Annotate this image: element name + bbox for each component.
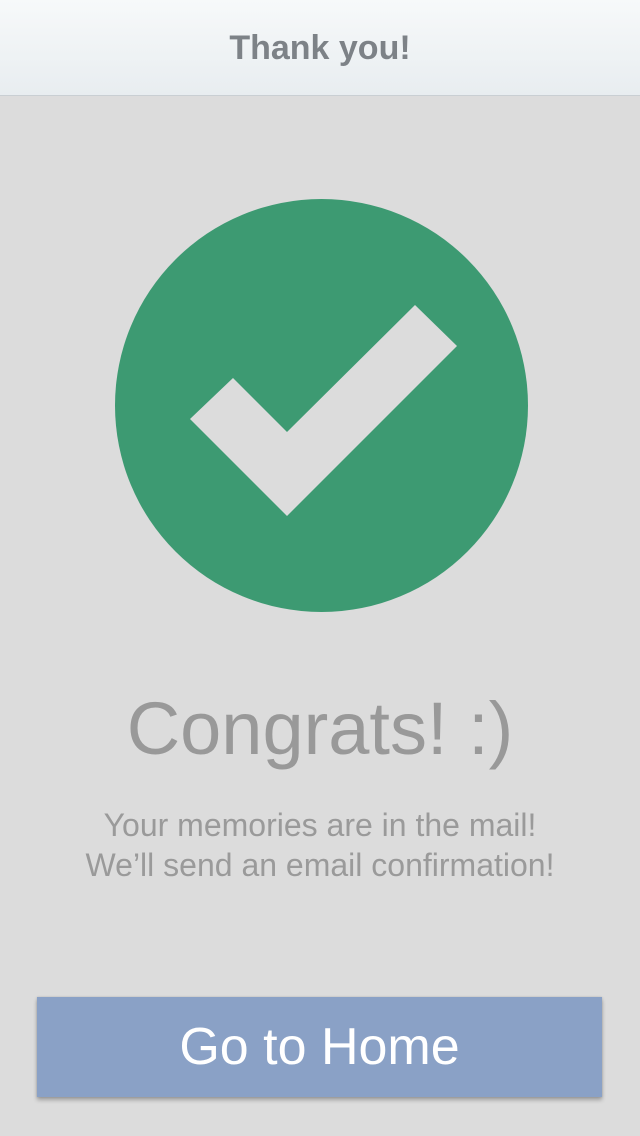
congrats-heading: Congrats! :) bbox=[126, 687, 514, 770]
thank-you-screen: Thank you! Congrats! :) Your memories ar… bbox=[0, 0, 640, 1136]
go-to-home-button[interactable]: Go to Home bbox=[37, 997, 602, 1097]
navigation-bar: Thank you! bbox=[0, 0, 640, 96]
confirmation-message-line-2: We’ll send an email confirmation! bbox=[85, 847, 555, 883]
checkmark-icon bbox=[190, 305, 457, 516]
page-title: Thank you! bbox=[229, 29, 411, 67]
confirmation-message-line-1: Your memories are in the mail! bbox=[103, 807, 537, 843]
success-badge bbox=[115, 199, 528, 612]
